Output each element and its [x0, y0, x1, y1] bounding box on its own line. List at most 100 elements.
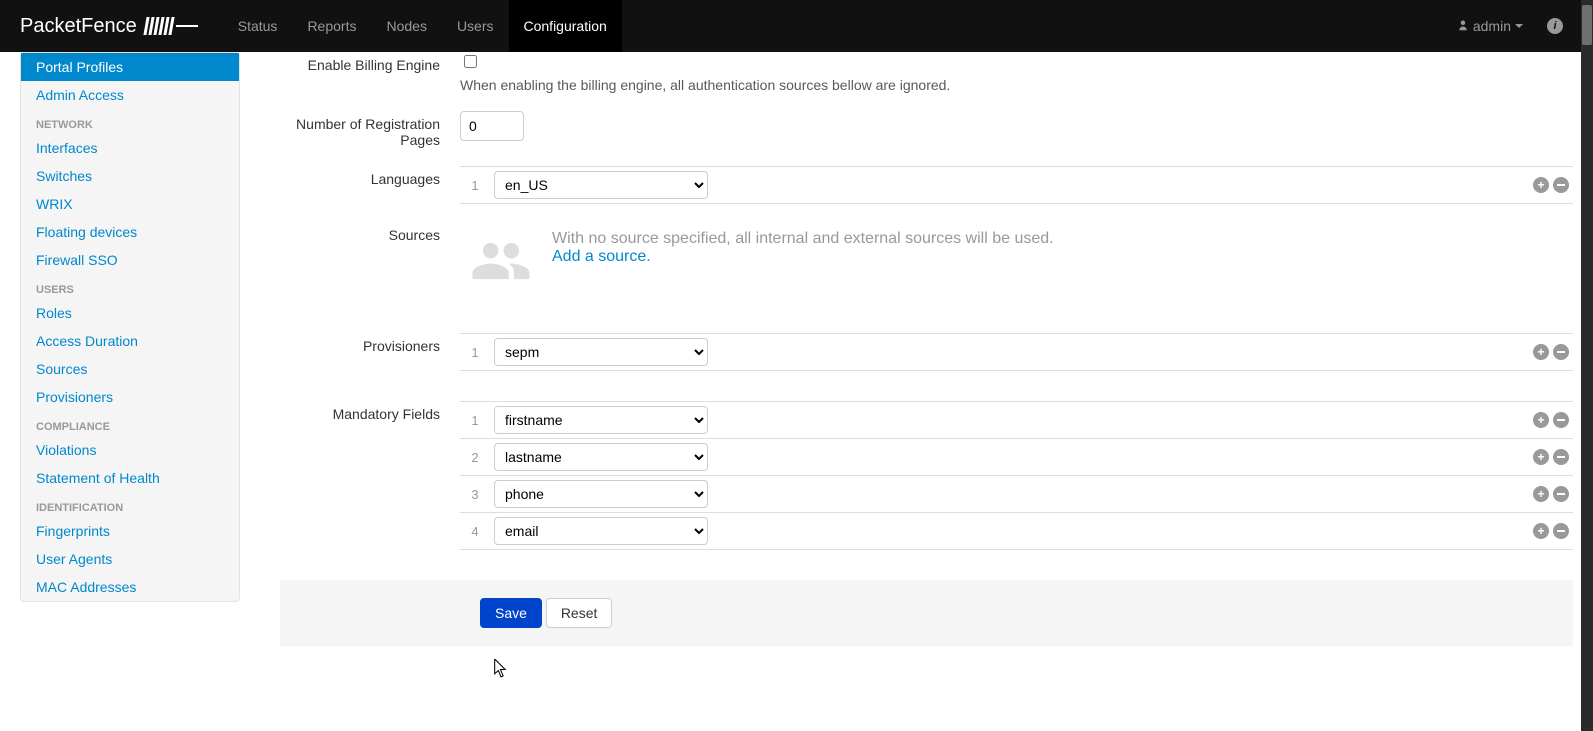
- sidebar-item-sources[interactable]: Sources: [21, 355, 239, 383]
- nav-link[interactable]: Nodes: [371, 0, 441, 52]
- user-menu-label: admin: [1473, 18, 1511, 34]
- sidebar-item-violations[interactable]: Violations: [21, 436, 239, 464]
- sidebar-link[interactable]: MAC Addresses: [21, 573, 239, 601]
- sidebar-link[interactable]: Portal Profiles: [21, 53, 239, 81]
- mandatory-field-select[interactable]: email: [494, 517, 708, 545]
- brand-logo-icon: [143, 17, 198, 35]
- row-index: 1: [460, 345, 490, 360]
- checkbox-enable-billing[interactable]: [464, 55, 477, 68]
- sidebar-item-statement-of-health[interactable]: Statement of Health: [21, 464, 239, 492]
- mandatory-field-row: 4email: [460, 513, 1573, 550]
- help-enable-billing: When enabling the billing engine, all au…: [460, 77, 1573, 93]
- sidebar-link[interactable]: Fingerprints: [21, 517, 239, 545]
- sidebar-link[interactable]: Access Duration: [21, 327, 239, 355]
- sidebar: Portal ProfilesAdmin AccessNetworkInterf…: [20, 52, 240, 602]
- navbar: PacketFence StatusReportsNodesUsersConfi…: [0, 0, 1593, 52]
- nav-item-status[interactable]: Status: [223, 0, 293, 52]
- mandatory-field-select[interactable]: phone: [494, 480, 708, 508]
- nav-link[interactable]: Users: [442, 0, 509, 52]
- label-provisioners: Provisioners: [280, 333, 460, 371]
- sidebar-item-roles[interactable]: Roles: [21, 299, 239, 327]
- sidebar-link[interactable]: Firewall SSO: [21, 246, 239, 274]
- brand[interactable]: PacketFence: [20, 15, 198, 38]
- row-index: 1: [460, 178, 490, 193]
- sidebar-link[interactable]: Switches: [21, 162, 239, 190]
- label-enable-billing: Enable Billing Engine: [280, 52, 460, 93]
- user-icon: [1457, 19, 1469, 34]
- brand-text: PacketFence: [20, 15, 137, 38]
- vertical-scrollbar[interactable]: [1581, 0, 1593, 731]
- field-sources: Sources With no source specified, all in…: [280, 222, 1573, 315]
- field-mandatory: Mandatory Fields 1firstname2lastname3pho…: [280, 401, 1573, 550]
- sidebar-link[interactable]: Floating devices: [21, 218, 239, 246]
- remove-row-button[interactable]: [1553, 486, 1569, 502]
- add-row-button[interactable]: [1533, 344, 1549, 360]
- add-row-button[interactable]: [1533, 412, 1549, 428]
- mandatory-field-row: 3 phone: [460, 476, 1573, 513]
- nav-link[interactable]: Status: [223, 0, 293, 52]
- nav-link[interactable]: Configuration: [509, 0, 622, 52]
- sidebar-link[interactable]: Sources: [21, 355, 239, 383]
- sidebar-link[interactable]: Admin Access: [21, 81, 239, 109]
- add-row-button[interactable]: [1533, 486, 1549, 502]
- nav-link[interactable]: Reports: [292, 0, 371, 52]
- add-source-link[interactable]: Add a source.: [552, 248, 651, 265]
- add-row-button[interactable]: [1533, 449, 1549, 465]
- mandatory-field-select[interactable]: lastname: [494, 443, 708, 471]
- sidebar-link[interactable]: Provisioners: [21, 383, 239, 411]
- label-reg-pages: Number of Registration Pages: [280, 111, 460, 148]
- row-index: 3: [460, 487, 490, 502]
- sidebar-item-firewall-sso[interactable]: Firewall SSO: [21, 246, 239, 274]
- sidebar-link[interactable]: Violations: [21, 436, 239, 464]
- mandatory-field-select[interactable]: firstname: [494, 406, 708, 434]
- add-row-button[interactable]: [1533, 523, 1549, 539]
- nav-item-configuration[interactable]: Configuration: [509, 0, 622, 52]
- sidebar-item-mac-addresses[interactable]: MAC Addresses: [21, 573, 239, 601]
- sidebar-item-user-agents[interactable]: User Agents: [21, 545, 239, 573]
- top-nav: StatusReportsNodesUsersConfiguration: [223, 0, 622, 52]
- form-actions: Save Reset: [280, 580, 1573, 646]
- mandatory-field-row: 1 firstname: [460, 402, 1573, 439]
- user-menu[interactable]: admin: [1447, 10, 1533, 42]
- sidebar-item-floating-devices[interactable]: Floating devices: [21, 218, 239, 246]
- remove-row-button[interactable]: [1553, 523, 1569, 539]
- sidebar-link[interactable]: User Agents: [21, 545, 239, 573]
- nav-item-nodes[interactable]: Nodes: [371, 0, 441, 52]
- sidebar-item-switches[interactable]: Switches: [21, 162, 239, 190]
- field-languages: Languages 1en_US: [280, 166, 1573, 204]
- sidebar-item-provisioners[interactable]: Provisioners: [21, 383, 239, 411]
- save-button[interactable]: Save: [480, 598, 542, 628]
- provisioner-select[interactable]: sepm: [494, 338, 708, 366]
- remove-row-button[interactable]: [1553, 177, 1569, 193]
- info-button[interactable]: i: [1537, 10, 1573, 42]
- sidebar-link[interactable]: Statement of Health: [21, 464, 239, 492]
- nav-item-users[interactable]: Users: [442, 0, 509, 52]
- sidebar-item-fingerprints[interactable]: Fingerprints: [21, 517, 239, 545]
- remove-row-button[interactable]: [1553, 412, 1569, 428]
- remove-row-button[interactable]: [1553, 344, 1569, 360]
- input-reg-pages[interactable]: [460, 111, 524, 141]
- sidebar-item-portal-profiles[interactable]: Portal Profiles: [21, 53, 239, 81]
- users-icon: [470, 230, 532, 295]
- language-select[interactable]: en_US: [494, 171, 708, 199]
- sidebar-item-wrix[interactable]: WRIX: [21, 190, 239, 218]
- sidebar-header-compliance: Compliance: [21, 411, 239, 436]
- provisioner-row: 1 sepm: [460, 334, 1573, 371]
- sidebar-link[interactable]: WRIX: [21, 190, 239, 218]
- sidebar-header-users: Users: [21, 274, 239, 299]
- remove-row-button[interactable]: [1553, 449, 1569, 465]
- sidebar-header-identification: Identification: [21, 492, 239, 517]
- add-row-button[interactable]: [1533, 177, 1549, 193]
- field-enable-billing: Enable Billing Engine When enabling the …: [280, 52, 1573, 93]
- sidebar-item-interfaces[interactable]: Interfaces: [21, 134, 239, 162]
- sidebar-item-access-duration[interactable]: Access Duration: [21, 327, 239, 355]
- reset-button[interactable]: Reset: [546, 598, 613, 628]
- sidebar-link[interactable]: Roles: [21, 299, 239, 327]
- nav-item-reports[interactable]: Reports: [292, 0, 371, 52]
- row-index: 2: [460, 450, 490, 465]
- info-icon: i: [1547, 18, 1563, 34]
- row-index: 1: [460, 413, 490, 428]
- sidebar-link[interactable]: Interfaces: [21, 134, 239, 162]
- sidebar-item-admin-access[interactable]: Admin Access: [21, 81, 239, 109]
- mandatory-field-row: 2 lastname: [460, 439, 1573, 476]
